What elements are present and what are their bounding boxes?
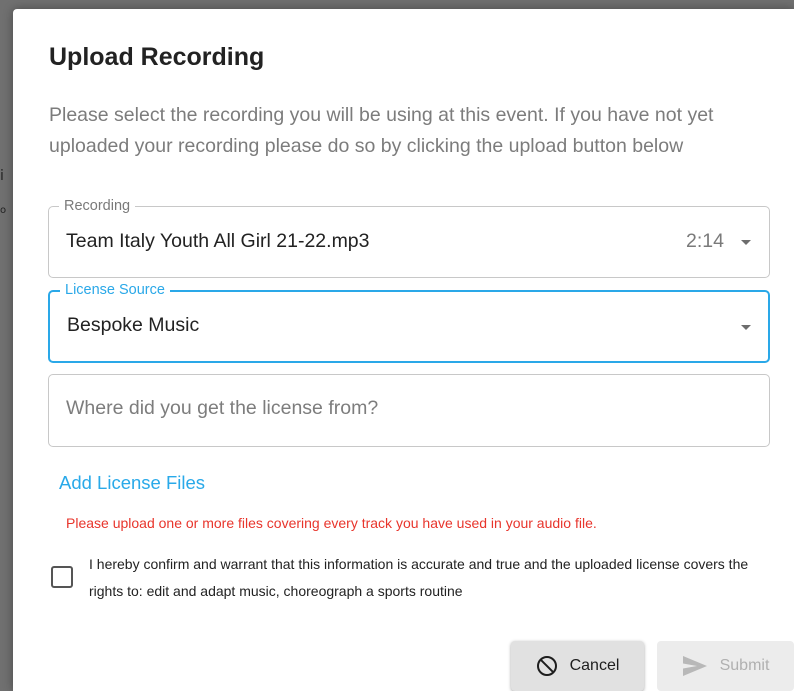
license-source-value: Bespoke Music	[67, 314, 200, 336]
recording-duration: 2:14	[686, 230, 724, 252]
block-icon	[536, 656, 557, 676]
backdrop-text-fragment: i	[0, 168, 4, 184]
license-origin-field[interactable]: Where did you get the license from?	[48, 374, 770, 447]
cancel-button[interactable]: Cancel	[511, 641, 644, 691]
add-license-files-link[interactable]: Add License Files	[59, 472, 205, 494]
recording-select[interactable]: Recording Team Italy Youth All Girl 21-2…	[48, 197, 770, 278]
upload-recording-dialog: Upload Recording Please select the recor…	[13, 9, 794, 691]
backdrop-text-fragment: o	[0, 205, 7, 216]
chevron-down-icon[interactable]	[741, 325, 751, 330]
submit-button[interactable]: Submit	[657, 641, 794, 691]
license-source-label: License Source	[60, 281, 170, 299]
cancel-button-label: Cancel	[569, 657, 620, 674]
license-files-warning: Please upload one or more files covering…	[66, 515, 597, 531]
recording-value: Team Italy Youth All Girl 21-22.mp3	[66, 230, 370, 252]
dialog-description: Please select the recording you will be …	[49, 104, 714, 157]
license-origin-placeholder: Where did you get the license from?	[66, 397, 379, 419]
confirm-checkbox[interactable]	[51, 566, 73, 588]
send-icon	[682, 656, 707, 676]
confirm-text: I hereby confirm and warrant that this i…	[89, 556, 749, 599]
chevron-down-icon[interactable]	[741, 240, 751, 245]
recording-label: Recording	[59, 197, 136, 215]
license-source-select[interactable]: License Source Bespoke Music	[48, 281, 770, 363]
submit-button-label: Submit	[719, 657, 770, 674]
dialog-title: Upload Recording	[49, 43, 265, 71]
